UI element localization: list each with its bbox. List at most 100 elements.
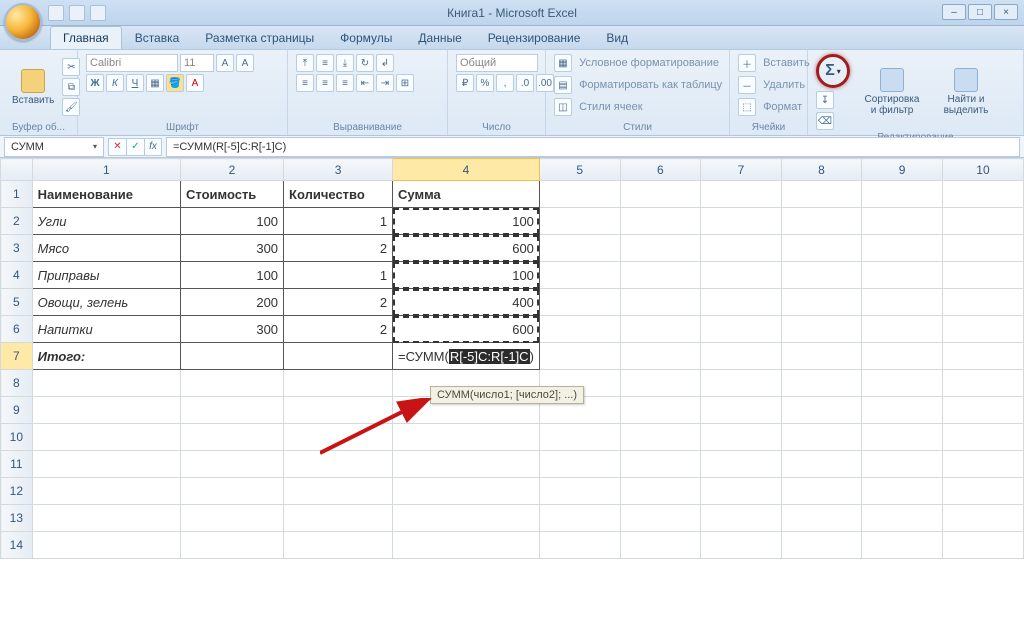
cell-r3-c9[interactable] (862, 235, 943, 262)
cell-r10-c1[interactable] (32, 424, 180, 451)
cell-r13-c9[interactable] (862, 505, 943, 532)
row-header-5[interactable]: 5 (1, 289, 33, 316)
cell-r4-c9[interactable] (862, 262, 943, 289)
cell-r2-c2[interactable]: 100 (180, 208, 283, 235)
cell-r14-c9[interactable] (862, 532, 943, 559)
cell-r10-c7[interactable] (701, 424, 782, 451)
cell-r2-c7[interactable] (701, 208, 782, 235)
cell-r14-c10[interactable] (942, 532, 1023, 559)
cell-r4-c8[interactable] (781, 262, 862, 289)
cell-r14-c4[interactable] (393, 532, 540, 559)
align-right-icon[interactable]: ≡ (336, 74, 354, 92)
cell-r6-c6[interactable] (620, 316, 701, 343)
row-header-9[interactable]: 9 (1, 397, 33, 424)
cell-r6-c8[interactable] (781, 316, 862, 343)
cell-r10-c4[interactable] (393, 424, 540, 451)
cell-r4-c6[interactable] (620, 262, 701, 289)
cell-r9-c2[interactable] (180, 397, 283, 424)
col-header-10[interactable]: 10 (942, 159, 1023, 181)
cell-r9-c1[interactable] (32, 397, 180, 424)
italic-icon[interactable]: К (106, 74, 124, 92)
tab-view[interactable]: Вид (593, 26, 641, 49)
comma-icon[interactable]: , (496, 74, 514, 92)
cell-r2-c10[interactable] (942, 208, 1023, 235)
formula-input[interactable]: =СУММ(R[-5]C:R[-1]C) (166, 137, 1020, 157)
tab-formulas[interactable]: Формулы (327, 26, 405, 49)
cell-r6-c2[interactable]: 300 (180, 316, 283, 343)
cell-r4-c10[interactable] (942, 262, 1023, 289)
cell-r12-c6[interactable] (620, 478, 701, 505)
cell-r11-c4[interactable] (393, 451, 540, 478)
cell-r11-c8[interactable] (781, 451, 862, 478)
border-icon[interactable]: ▦ (146, 74, 164, 92)
office-button[interactable] (4, 3, 42, 41)
cell-r7-c5[interactable] (539, 343, 620, 370)
cell-r2-c4[interactable]: 100 (393, 208, 540, 235)
cell-r8-c10[interactable] (942, 370, 1023, 397)
cell-r10-c5[interactable] (539, 424, 620, 451)
cell-r8-c9[interactable] (862, 370, 943, 397)
col-header-3[interactable]: 3 (284, 159, 393, 181)
cell-r3-c5[interactable] (539, 235, 620, 262)
delete-cells-button[interactable]: － Удалить (738, 76, 805, 94)
inc-decimal-icon[interactable]: .0 (516, 74, 534, 92)
cell-r5-c3[interactable]: 2 (284, 289, 393, 316)
cell-r9-c6[interactable] (620, 397, 701, 424)
cell-r12-c3[interactable] (284, 478, 393, 505)
col-header-4[interactable]: 4 (393, 159, 540, 181)
cell-r5-c4[interactable]: 400 (393, 289, 540, 316)
cell-r4-c5[interactable] (539, 262, 620, 289)
cell-r12-c5[interactable] (539, 478, 620, 505)
row-header-2[interactable]: 2 (1, 208, 33, 235)
tab-home[interactable]: Главная (50, 26, 122, 49)
cell-r10-c6[interactable] (620, 424, 701, 451)
cell-r13-c7[interactable] (701, 505, 782, 532)
paste-button[interactable]: Вставить (8, 67, 58, 108)
cell-r3-c4[interactable]: 600 (393, 235, 540, 262)
sort-filter-button[interactable]: Сортировка и фильтр (858, 66, 926, 118)
col-header-2[interactable]: 2 (180, 159, 283, 181)
row-header-3[interactable]: 3 (1, 235, 33, 262)
merge-icon[interactable]: ⊞ (396, 74, 414, 92)
cell-r2-c6[interactable] (620, 208, 701, 235)
find-select-button[interactable]: Найти и выделить (934, 66, 998, 118)
row-header-10[interactable]: 10 (1, 424, 33, 451)
row-header-13[interactable]: 13 (1, 505, 33, 532)
cell-r1-c4[interactable]: Сумма (393, 181, 540, 208)
cell-r6-c3[interactable]: 2 (284, 316, 393, 343)
row-header-8[interactable]: 8 (1, 370, 33, 397)
cell-styles-button[interactable]: ◫ Стили ячеек (554, 98, 643, 116)
cell-r12-c1[interactable] (32, 478, 180, 505)
cell-r13-c5[interactable] (539, 505, 620, 532)
cell-r7-c7[interactable] (701, 343, 782, 370)
bold-icon[interactable]: Ж (86, 74, 104, 92)
format-as-table-button[interactable]: ▤ Форматировать как таблицу (554, 76, 722, 94)
cell-r6-c4[interactable]: 600 (393, 316, 540, 343)
cell-r2-c5[interactable] (539, 208, 620, 235)
cell-r3-c2[interactable]: 300 (180, 235, 283, 262)
cell-r9-c8[interactable] (781, 397, 862, 424)
tab-data[interactable]: Данные (405, 26, 474, 49)
align-middle-icon[interactable]: ≡ (316, 54, 334, 72)
cell-r7-c2[interactable] (180, 343, 283, 370)
cell-r2-c1[interactable]: Угли (32, 208, 180, 235)
fill-icon[interactable]: ↧ (816, 91, 834, 109)
font-name-input[interactable] (86, 54, 178, 72)
name-box[interactable]: СУММ▾ (4, 137, 104, 157)
cell-r8-c6[interactable] (620, 370, 701, 397)
cell-r12-c8[interactable] (781, 478, 862, 505)
cell-r11-c7[interactable] (701, 451, 782, 478)
cell-r14-c5[interactable] (539, 532, 620, 559)
cell-r5-c7[interactable] (701, 289, 782, 316)
cell-r3-c10[interactable] (942, 235, 1023, 262)
cell-r3-c1[interactable]: Мясо (32, 235, 180, 262)
cell-r3-c6[interactable] (620, 235, 701, 262)
col-header-1[interactable]: 1 (32, 159, 180, 181)
tab-review[interactable]: Рецензирование (475, 26, 594, 49)
cell-r2-c3[interactable]: 1 (284, 208, 393, 235)
cell-r11-c2[interactable] (180, 451, 283, 478)
cell-r5-c6[interactable] (620, 289, 701, 316)
cell-r11-c10[interactable] (942, 451, 1023, 478)
cell-r1-c6[interactable] (620, 181, 701, 208)
cell-r13-c8[interactable] (781, 505, 862, 532)
